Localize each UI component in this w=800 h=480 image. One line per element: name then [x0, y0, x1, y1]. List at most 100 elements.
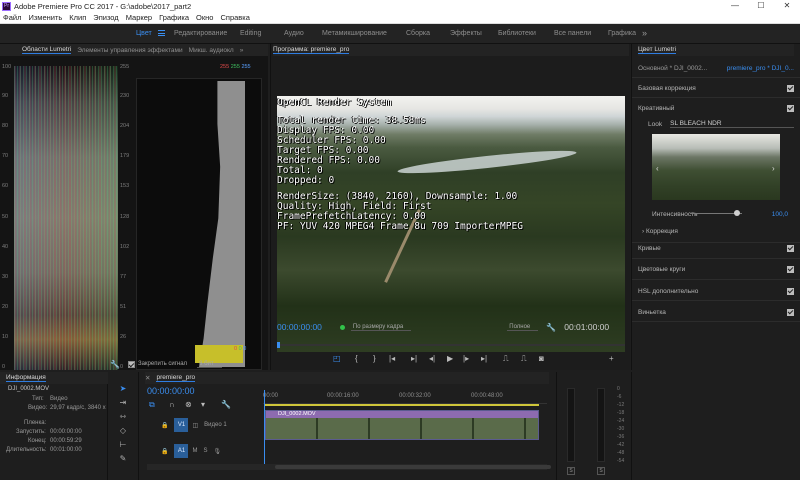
section-basic-correction[interactable]: Базовая коррекция: [638, 81, 794, 95]
go-to-in-icon[interactable]: |◂: [389, 354, 395, 363]
creative-enable-checkbox[interactable]: [787, 104, 794, 112]
pen-tool-icon[interactable]: ✎: [118, 454, 128, 464]
source-master-clip[interactable]: Основной * DJI_0002...: [638, 65, 707, 72]
go-to-end-icon[interactable]: ▸|: [481, 354, 487, 363]
voiceover-mic-icon[interactable]: 🎙: [214, 448, 222, 455]
timeline-zoom-bar[interactable]: [147, 464, 551, 470]
solo-left-button[interactable]: S: [567, 467, 575, 475]
section-adjust[interactable]: › Коррекция: [642, 224, 794, 238]
snap-icon[interactable]: ∩: [169, 400, 175, 409]
slip-tool-icon[interactable]: ⊢: [118, 440, 128, 450]
look-prev-icon[interactable]: ‹: [656, 164, 659, 173]
solo-right-button[interactable]: S: [597, 467, 605, 475]
menu-sequence[interactable]: Эпизод: [90, 13, 122, 22]
playhead-timecode[interactable]: 00:00:00:00: [277, 322, 322, 332]
menu-graphics[interactable]: Графика: [156, 13, 193, 22]
workspace-assembly[interactable]: Сборка: [406, 30, 430, 37]
tab-info[interactable]: Информация: [6, 374, 46, 382]
menu-help[interactable]: Справка: [217, 13, 253, 22]
workspace-effects[interactable]: Эффекты: [450, 30, 482, 37]
menu-clip[interactable]: Клип: [66, 13, 90, 22]
vignette-enable-checkbox[interactable]: [787, 308, 794, 316]
maximize-button[interactable]: ☐: [748, 0, 774, 12]
solo-icon[interactable]: S: [203, 448, 207, 454]
track-select-tool-icon[interactable]: ⇥: [118, 398, 128, 408]
timeline-playhead[interactable]: [264, 390, 265, 470]
workspace-all-panels[interactable]: Все панели: [554, 30, 591, 37]
section-vignette[interactable]: Виньетка: [638, 305, 794, 319]
workspace-graphics[interactable]: Графика: [608, 30, 636, 37]
wheels-enable-checkbox[interactable]: [787, 265, 794, 273]
go-to-out-icon[interactable]: ▸|: [411, 354, 417, 363]
tab-sequence[interactable]: premiere_pro: [156, 374, 196, 382]
timeline-marker-icon[interactable]: ▾: [201, 400, 205, 409]
tabs-overflow-icon[interactable]: »: [240, 47, 244, 54]
playback-quality-select[interactable]: Полное: [507, 324, 539, 331]
extract-icon[interactable]: ⎍: [521, 354, 527, 364]
lock-icon[interactable]: 🔒: [161, 422, 168, 429]
play-icon[interactable]: ▶: [447, 354, 453, 363]
section-creative[interactable]: Креативный: [638, 101, 794, 115]
track-target-a1[interactable]: A1: [174, 444, 189, 458]
razor-tool-icon[interactable]: ◇: [118, 426, 128, 436]
lift-icon[interactable]: ⎍: [503, 354, 509, 364]
workspace-metalogging[interactable]: Метамикширование: [322, 30, 387, 37]
menu-edit[interactable]: Изменить: [25, 13, 66, 22]
minimize-button[interactable]: —: [722, 0, 748, 12]
workspace-libraries[interactable]: Библиотеки: [498, 30, 536, 37]
selection-tool-icon[interactable]: ➤: [118, 384, 128, 394]
mute-icon[interactable]: M: [192, 448, 197, 454]
program-playhead[interactable]: [277, 342, 280, 348]
tab-lumetri-scopes[interactable]: Области Lumetri: [22, 46, 72, 54]
close-sequence-icon[interactable]: ✕: [145, 374, 150, 382]
section-curves[interactable]: Кривые: [638, 241, 794, 255]
section-hsl-secondary[interactable]: HSL дополнительно: [638, 284, 794, 298]
fit-select[interactable]: По размеру кадра: [350, 324, 412, 331]
zoom-scroll-thumb[interactable]: [275, 465, 551, 469]
look-select[interactable]: SL BLEACH NDR: [670, 120, 794, 128]
intensity-slider-knob[interactable]: [733, 210, 740, 216]
workspace-menu-icon[interactable]: [158, 30, 165, 36]
toggle-output-icon[interactable]: ◫: [192, 422, 198, 429]
workspace-editing-ru[interactable]: Редактирование: [174, 30, 227, 37]
bit-depth-select[interactable]: 8 бит: [197, 361, 222, 368]
timeline-timecode[interactable]: 00:00:00:00: [147, 386, 195, 396]
look-next-icon[interactable]: ›: [772, 164, 775, 173]
workspace-color[interactable]: Цвет: [136, 30, 152, 37]
source-sequence-clip[interactable]: premiere_pro * DJI_0...: [727, 65, 794, 72]
basic-enable-checkbox[interactable]: [787, 84, 794, 92]
video-clip[interactable]: DJI_0002.MOV: [265, 410, 539, 440]
hsl-enable-checkbox[interactable]: [787, 287, 794, 295]
tab-audio-clip-mixer[interactable]: Микш. аудиокл: [189, 47, 234, 54]
menu-file[interactable]: Файл: [0, 13, 25, 22]
close-button[interactable]: ✕: [774, 0, 800, 12]
monitor-settings-icon[interactable]: 🔧: [546, 323, 556, 332]
tab-program-monitor[interactable]: Программа: premiere_pro: [273, 46, 350, 54]
linked-selection-icon[interactable]: ⊗: [185, 400, 192, 409]
mark-in-icon[interactable]: {: [355, 354, 358, 363]
workspace-overflow-icon[interactable]: »: [642, 28, 647, 38]
menu-marker[interactable]: Маркер: [123, 13, 156, 22]
timeline-settings-icon[interactable]: 🔧: [221, 400, 231, 409]
program-scrub-bar[interactable]: [277, 342, 625, 348]
step-back-icon[interactable]: ◂|: [429, 354, 435, 363]
nest-icon[interactable]: ⧉: [149, 400, 155, 410]
ripple-edit-tool-icon[interactable]: ⇿: [118, 412, 128, 422]
add-button-icon[interactable]: +: [609, 354, 614, 363]
step-forward-icon[interactable]: |▸: [463, 354, 469, 363]
timeline-ruler[interactable]: 00:00 00:00:16:00 00:00:32:00 00:00:48:0…: [263, 390, 547, 404]
audio-lock-icon[interactable]: 🔒: [161, 448, 168, 455]
tab-lumetri-color[interactable]: Цвет Lumetri: [638, 46, 677, 54]
tab-effect-controls[interactable]: Элементы управления эффектами: [77, 47, 182, 54]
intensity-value[interactable]: 100,0: [772, 211, 788, 218]
workspace-audio[interactable]: Аудио: [284, 30, 304, 37]
section-color-wheels[interactable]: Цветовые круги: [638, 262, 794, 276]
curves-enable-checkbox[interactable]: [787, 244, 794, 252]
menu-window[interactable]: Окно: [193, 13, 217, 22]
mark-out-icon[interactable]: }: [373, 354, 376, 363]
track-target-v1[interactable]: V1: [174, 418, 189, 432]
add-marker-icon[interactable]: ◰: [333, 354, 341, 363]
wrench-icon[interactable]: 🔧: [110, 360, 120, 369]
clamp-signal-checkbox[interactable]: [127, 360, 135, 368]
camera-export-frame-icon[interactable]: ◙: [539, 354, 544, 363]
